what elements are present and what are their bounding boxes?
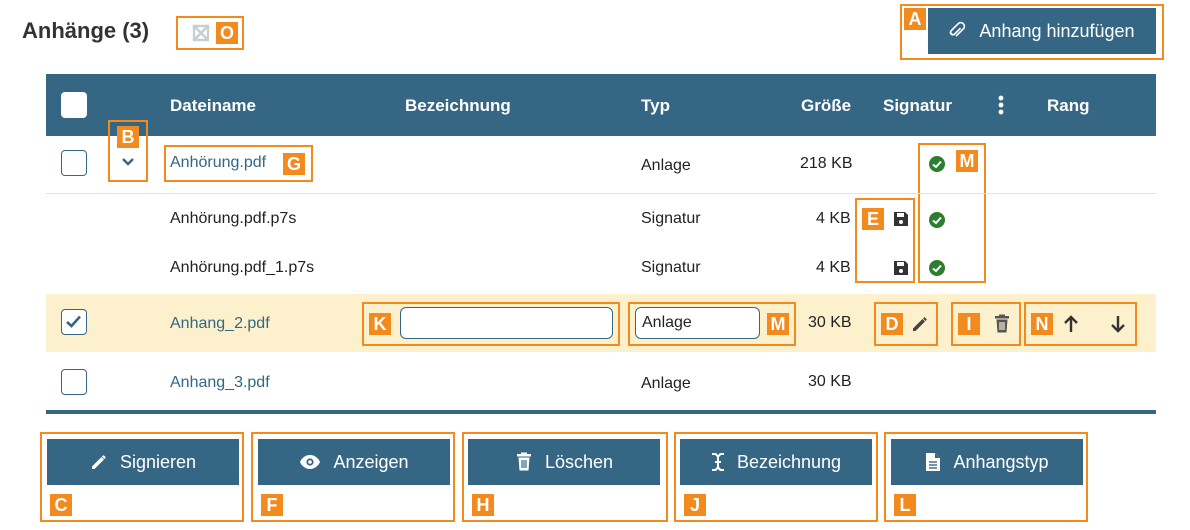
pencil-icon — [91, 455, 106, 469]
signature-filename: Anhörung.pdf.p7s — [170, 210, 297, 227]
type-input[interactable]: Anlage — [635, 307, 760, 339]
signature-filename: Anhörung.pdf_1.p7s — [170, 259, 315, 276]
size-cell: 30 KB — [808, 373, 852, 390]
type-cell: Anlage — [641, 157, 691, 174]
save-icon[interactable] — [893, 211, 909, 227]
page-title: Anhänge (3) — [22, 18, 150, 43]
callout-e: E — [862, 208, 884, 230]
paperclip-icon — [950, 21, 966, 37]
row-divider — [46, 193, 1156, 194]
save-icon[interactable] — [893, 260, 909, 276]
size-cell: 4 KB — [816, 210, 851, 227]
callout-d: D — [881, 313, 903, 335]
callout-h: H — [472, 494, 494, 516]
rename-button[interactable]: Bezeichnung — [680, 439, 872, 485]
checkmark-icon — [66, 315, 81, 328]
type-cell: Signatur — [641, 259, 701, 276]
attachment-type-button-label: Anhangstyp — [953, 451, 1049, 472]
delete-button-label: Löschen — [544, 451, 614, 472]
column-header-size[interactable]: Größe — [801, 96, 851, 116]
attachment-type-button[interactable]: Anhangstyp — [891, 439, 1083, 485]
eye-icon — [300, 455, 321, 469]
callout-i: I — [958, 313, 980, 335]
column-header-label[interactable]: Bezeichnung — [405, 96, 511, 116]
check-circle-icon — [929, 260, 945, 276]
callout-g: G — [283, 153, 305, 175]
rename-button-label: Bezeichnung — [736, 451, 842, 472]
select-all-checkbox[interactable] — [61, 92, 87, 118]
trash-icon — [516, 452, 531, 471]
callout-c: C — [50, 494, 72, 516]
callout-f: F — [261, 494, 283, 516]
file-icon — [926, 453, 941, 471]
callout-b: B — [117, 126, 139, 148]
view-button-label: Anzeigen — [333, 451, 409, 472]
arrow-down-icon[interactable] — [1109, 314, 1127, 334]
callout-m: M — [956, 150, 978, 172]
text-cursor-icon — [711, 453, 724, 471]
type-cell: Signatur — [641, 210, 701, 227]
more-vertical-icon[interactable] — [997, 94, 1005, 116]
chevron-down-icon[interactable] — [120, 156, 136, 168]
size-cell: 218 KB — [800, 155, 853, 172]
size-cell: 30 KB — [808, 314, 852, 331]
column-header-type[interactable]: Typ — [641, 96, 670, 116]
callout-m-type: M — [767, 313, 789, 335]
column-header-signature[interactable]: Signatur — [883, 96, 952, 116]
sign-button[interactable]: Signieren — [47, 439, 239, 485]
table-footer-bar — [46, 410, 1156, 414]
trash-icon[interactable] — [993, 314, 1011, 334]
callout-k: K — [369, 313, 391, 335]
add-attachment-button[interactable]: Anhang hinzufügen — [928, 8, 1156, 54]
callout-l: L — [894, 494, 916, 516]
callout-n: N — [1031, 313, 1053, 335]
callout-o: O — [216, 22, 238, 44]
add-attachment-label: Anhang hinzufügen — [979, 20, 1135, 41]
type-cell: Anlage — [641, 375, 691, 392]
delete-button[interactable]: Löschen — [468, 439, 660, 485]
label-input[interactable] — [400, 307, 613, 339]
row-checkbox[interactable] — [61, 369, 87, 395]
column-header-rank[interactable]: Rang — [1047, 96, 1090, 116]
callout-a: A — [904, 8, 926, 30]
expand-icon[interactable] — [190, 22, 212, 44]
callout-j: J — [684, 494, 706, 516]
check-circle-icon — [929, 156, 945, 172]
arrow-up-icon[interactable] — [1062, 314, 1080, 334]
pencil-icon[interactable] — [911, 315, 929, 333]
file-link[interactable]: Anhörung.pdf — [170, 154, 266, 172]
row-checkbox[interactable] — [61, 150, 87, 176]
view-button[interactable]: Anzeigen — [258, 439, 450, 485]
size-cell: 4 KB — [816, 259, 851, 276]
column-header-filename[interactable]: Dateiname — [170, 96, 256, 116]
check-circle-icon — [929, 212, 945, 228]
row-checkbox-checked[interactable] — [61, 309, 87, 335]
sign-button-label: Signieren — [119, 451, 197, 472]
file-link[interactable]: Anhang_3.pdf — [170, 374, 270, 392]
file-link[interactable]: Anhang_2.pdf — [170, 315, 270, 333]
